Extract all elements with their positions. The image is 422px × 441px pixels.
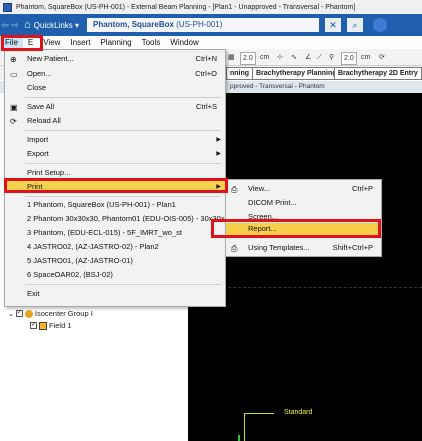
submenu-item-view[interactable]: ⎙ View... Ctrl+P	[226, 183, 381, 195]
menu-item-reload-all[interactable]: ⟳ Reload All	[5, 115, 225, 127]
structure-leader-line	[244, 413, 274, 414]
isocenter-icon	[24, 309, 33, 318]
tab-brachytherapy-2d-entry[interactable]: Brachytherapy 2D Entry	[334, 67, 422, 80]
menu-item-open[interactable]: ▭ Open... Ctrl+O	[5, 68, 225, 80]
tab-brachytherapy-planning[interactable]: Brachytherapy Planning	[252, 67, 341, 80]
zoom-input-2[interactable]: 2.0	[341, 52, 357, 65]
menu-bar: File E View Insert Planning Tools Window	[0, 36, 422, 49]
submenu-item-screen[interactable]: Screen...	[226, 211, 381, 223]
menu-edit[interactable]: E	[23, 36, 38, 49]
submenu-item-report[interactable]: Report...	[226, 223, 381, 235]
close-patient-icon[interactable]: ✕	[325, 18, 342, 32]
structure-leader-vertical	[244, 413, 245, 441]
quicklinks-button[interactable]: QuickLinks ▾	[34, 21, 79, 30]
template-printer-icon: ⎙	[231, 244, 238, 253]
home-icon[interactable]: ⌂	[24, 19, 31, 31]
reload-icon: ⟳	[10, 117, 17, 126]
submenu-item-using-templates[interactable]: ⎙ Using Templates... Shift+Ctrl+P	[226, 242, 381, 254]
menu-separator	[25, 284, 221, 285]
menu-item-export[interactable]: Export ▶	[5, 148, 225, 160]
save-icon: ▣	[10, 103, 18, 112]
open-folder-icon: ▭	[10, 70, 18, 79]
menu-separator	[25, 97, 221, 98]
menu-separator	[25, 130, 221, 131]
app-icon	[3, 2, 12, 12]
field-label: Field 1	[49, 321, 72, 330]
isocenter-group-label: Isocenter Group I	[34, 309, 93, 318]
title-bar: Phantom, SquareBox (US-PH-001) - Externa…	[0, 0, 422, 14]
help-icon[interactable]	[373, 18, 388, 32]
menu-view[interactable]: View	[38, 36, 65, 49]
grid-icon[interactable]: ▦	[228, 52, 235, 63]
zoom-tool-icon[interactable]: ⚲	[329, 52, 334, 63]
patient-id: (US-PH-001)	[176, 20, 223, 29]
structure-label-standard: Standard	[284, 409, 313, 416]
rotate-tool-icon[interactable]: ⟳	[379, 52, 385, 63]
window-title: Phantom, SquareBox (US-PH-001) - Externa…	[16, 3, 356, 11]
menu-item-recent-6[interactable]: 6 SpaceOAR02, (BSJ-02)	[5, 269, 225, 281]
tree-row-isocenter-group[interactable]: ⌄ ✓ Isocenter Group I	[8, 309, 93, 318]
printer-icon: ⎙	[231, 185, 238, 194]
submenu-arrow-icon: ▶	[216, 137, 221, 143]
menu-item-close[interactable]: Close	[5, 82, 225, 94]
angle-tool-icon[interactable]: ∠	[305, 52, 311, 63]
zoom-input-1[interactable]: 2.0	[240, 52, 256, 65]
unit-label-2: cm	[361, 54, 371, 61]
menu-item-new-patient[interactable]: ⊕ New Patient... Ctrl+N	[5, 53, 225, 65]
tab-planning[interactable]: nning	[226, 67, 254, 80]
back-arrow-icon[interactable]: ⇦	[0, 20, 10, 31]
menu-separator	[25, 163, 221, 164]
print-submenu: ⎙ View... Ctrl+P DICOM Print... Screen..…	[225, 179, 382, 257]
patient-selector[interactable]: Phantom, SquareBox (US-PH-001)	[87, 18, 320, 32]
file-menu-dropdown: ⊕ New Patient... Ctrl+N ▭ Open... Ctrl+O…	[4, 49, 233, 307]
submenu-arrow-icon: ▶	[216, 184, 221, 190]
isocenter-group-checkbox[interactable]: ✓	[15, 310, 23, 317]
search-icon[interactable]: ⌕	[347, 18, 364, 32]
field-checkbox[interactable]: ✓	[30, 322, 37, 329]
new-patient-icon: ⊕	[10, 55, 17, 64]
menu-item-exit[interactable]: Exit	[5, 288, 225, 300]
green-marker	[238, 435, 240, 441]
menu-window[interactable]: Window	[165, 36, 203, 49]
menu-item-recent-2[interactable]: 2 Phantom 30x30x30, Phantom01 (EDU-OIS-0…	[5, 213, 233, 225]
menu-item-recent-3[interactable]: 3 Phantom, (EDU-ECL-015) - 5F_IMRT_wo_st	[5, 227, 225, 239]
contour-tool-icon[interactable]: ∿	[291, 52, 297, 63]
field-icon	[39, 321, 47, 330]
view-status-text: pproved - Transversal - Phantom	[230, 83, 325, 90]
menu-item-recent-1[interactable]: 1 Phantom, SquareBox (US-PH-001) - Plan1	[5, 199, 225, 211]
beam-tool-icon[interactable]: ⊹	[277, 52, 283, 63]
menu-tools[interactable]: Tools	[137, 36, 166, 49]
patient-name: Phantom, SquareBox	[93, 20, 174, 29]
quicklinks-bar: ⇦ ⇨ ⌂ QuickLinks ▾ Phantom, SquareBox (U…	[0, 14, 422, 36]
menu-file[interactable]: File	[0, 36, 23, 49]
expand-icon[interactable]: ⌄	[8, 310, 14, 318]
submenu-arrow-icon: ▶	[216, 151, 221, 157]
menu-item-print-setup[interactable]: Print Setup...	[5, 167, 225, 179]
menu-item-import[interactable]: Import ▶	[5, 134, 225, 146]
unit-label-1: cm	[260, 54, 270, 61]
measure-tool-icon[interactable]: ⟋	[317, 52, 322, 63]
menu-item-save-all[interactable]: ▣ Save All Ctrl+S	[5, 101, 225, 113]
menu-item-recent-4[interactable]: 4 JASTRO02, (AZ-JASTRO-02) - Plan2	[5, 241, 225, 253]
submenu-item-dicom-print[interactable]: DICOM Print...	[226, 197, 381, 209]
menu-planning[interactable]: Planning	[95, 36, 136, 49]
tree-row-field[interactable]: ✓ Field 1	[30, 321, 72, 330]
menu-item-recent-5[interactable]: 5 JASTRO01, (AZ-JASTRO-01)	[5, 255, 225, 267]
menu-separator	[25, 196, 221, 197]
menu-insert[interactable]: Insert	[65, 36, 95, 49]
menu-item-print[interactable]: Print ▶	[5, 181, 225, 193]
forward-arrow-icon[interactable]: ⇨	[10, 20, 20, 31]
